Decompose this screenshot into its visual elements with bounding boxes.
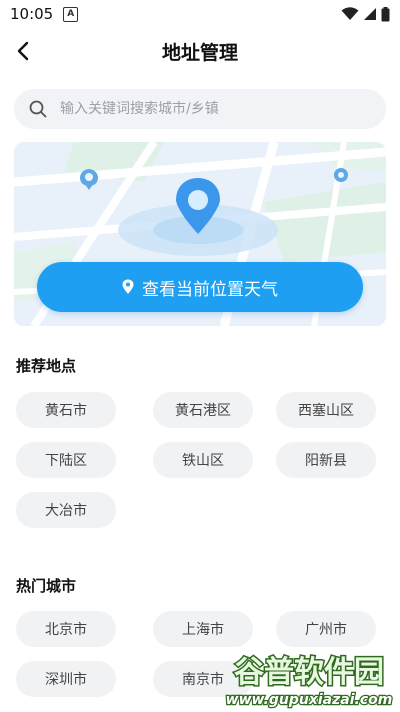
locate-current-weather-button[interactable]: 查看当前位置天气 (37, 262, 363, 312)
search-bar[interactable] (14, 89, 386, 129)
watermark-url: www.gupuxiazai.com (226, 692, 393, 708)
recommended-chip[interactable]: 下陆区 (16, 442, 116, 478)
locate-button-label: 查看当前位置天气 (142, 279, 278, 300)
location-pin-icon (122, 279, 134, 294)
recommended-chip[interactable]: 阳新县 (276, 442, 376, 478)
notification-icon: A (63, 6, 79, 22)
hot-city-chip[interactable]: 北京市 (16, 611, 116, 647)
recommended-section-title: 推荐地点 (16, 357, 77, 375)
hot-city-chip[interactable]: 深圳市 (16, 661, 116, 697)
search-icon (29, 100, 47, 118)
signal-icon (364, 8, 376, 20)
hot-cities-section-title: 热门城市 (16, 577, 77, 595)
map-pin-small-right-icon (334, 168, 348, 182)
recommended-chip[interactable]: 西塞山区 (276, 392, 376, 428)
recommended-chip[interactable]: 黄石市 (16, 392, 116, 428)
recommended-chip[interactable]: 大冶市 (16, 492, 116, 528)
wifi-icon (341, 7, 359, 20)
battery-icon (381, 6, 390, 21)
recommended-chip[interactable]: 黄石港区 (153, 392, 253, 428)
hot-city-chip[interactable]: 南京市 (153, 661, 253, 697)
hot-city-chip[interactable]: 广州市 (276, 611, 376, 647)
status-time: 10:05 (10, 5, 54, 23)
page-title: 地址管理 (161, 42, 238, 64)
hot-city-chip[interactable]: 上海市 (153, 611, 253, 647)
map-card: 查看当前位置天气 (14, 142, 386, 326)
nav-bar: 地址管理 (0, 28, 400, 74)
watermark-title: 谷普软件园 (234, 655, 384, 690)
status-left: 10:05 A (10, 5, 79, 23)
recommended-chip[interactable]: 铁山区 (153, 442, 253, 478)
status-bar: 10:05 A (0, 0, 400, 28)
search-input[interactable] (58, 100, 362, 118)
status-right (341, 6, 390, 22)
